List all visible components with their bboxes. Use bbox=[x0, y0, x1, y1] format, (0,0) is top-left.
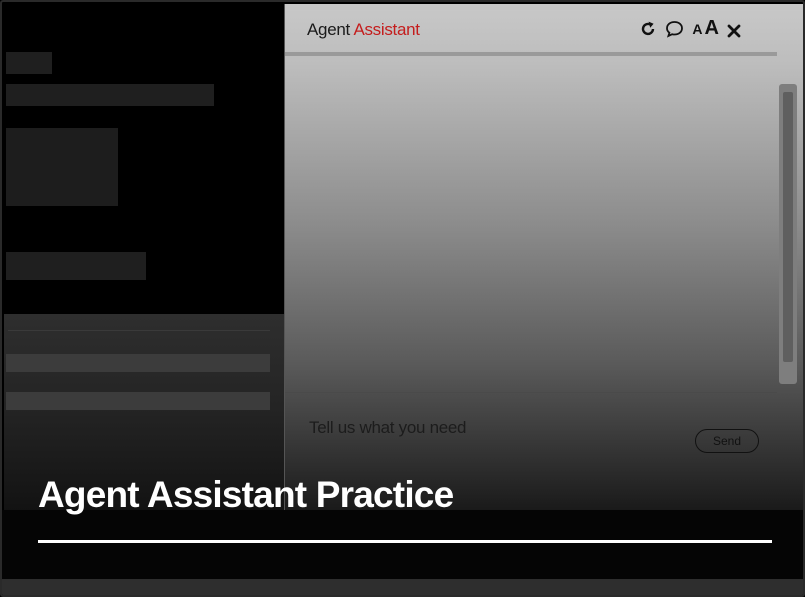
send-button[interactable]: Send bbox=[695, 429, 759, 453]
placeholder-block bbox=[6, 252, 146, 280]
banner-underline bbox=[38, 540, 772, 543]
chat-scrollbar-thumb[interactable] bbox=[783, 92, 793, 362]
background-app-dark-area bbox=[4, 4, 282, 314]
chat-bubble-icon[interactable] bbox=[665, 20, 684, 38]
assistant-title-prefix: Agent bbox=[307, 20, 350, 39]
agent-assistant-panel: Agent Assistant A A Tell us what you nee… bbox=[284, 4, 803, 524]
header-toolbar: A A bbox=[639, 18, 741, 38]
list-item[interactable] bbox=[6, 354, 270, 372]
assistant-title-accent: Assistant bbox=[353, 20, 420, 39]
message-composer: Send bbox=[285, 392, 777, 473]
message-input[interactable] bbox=[305, 413, 673, 443]
refresh-icon[interactable] bbox=[639, 20, 657, 38]
font-decrease-label: A bbox=[692, 21, 703, 37]
font-size-icon[interactable]: A bbox=[692, 22, 702, 38]
title-banner: Agent Assistant Practice bbox=[2, 462, 803, 595]
screenshot-frame: Agent Assistant A A Tell us what you nee… bbox=[0, 0, 805, 597]
banner-background bbox=[2, 510, 803, 580]
placeholder-block bbox=[6, 52, 52, 74]
font-increase-icon[interactable]: A bbox=[705, 18, 719, 38]
list-item[interactable] bbox=[6, 392, 270, 410]
bottom-strip bbox=[2, 579, 803, 595]
divider bbox=[8, 330, 270, 331]
placeholder-block bbox=[6, 128, 118, 206]
placeholder-block bbox=[6, 84, 214, 106]
assistant-title: Agent Assistant bbox=[307, 20, 420, 40]
close-icon[interactable] bbox=[727, 24, 741, 38]
banner-title: Agent Assistant Practice bbox=[38, 474, 454, 515]
assistant-header: Agent Assistant A A bbox=[285, 4, 777, 56]
chat-scrollbar[interactable] bbox=[779, 84, 797, 384]
